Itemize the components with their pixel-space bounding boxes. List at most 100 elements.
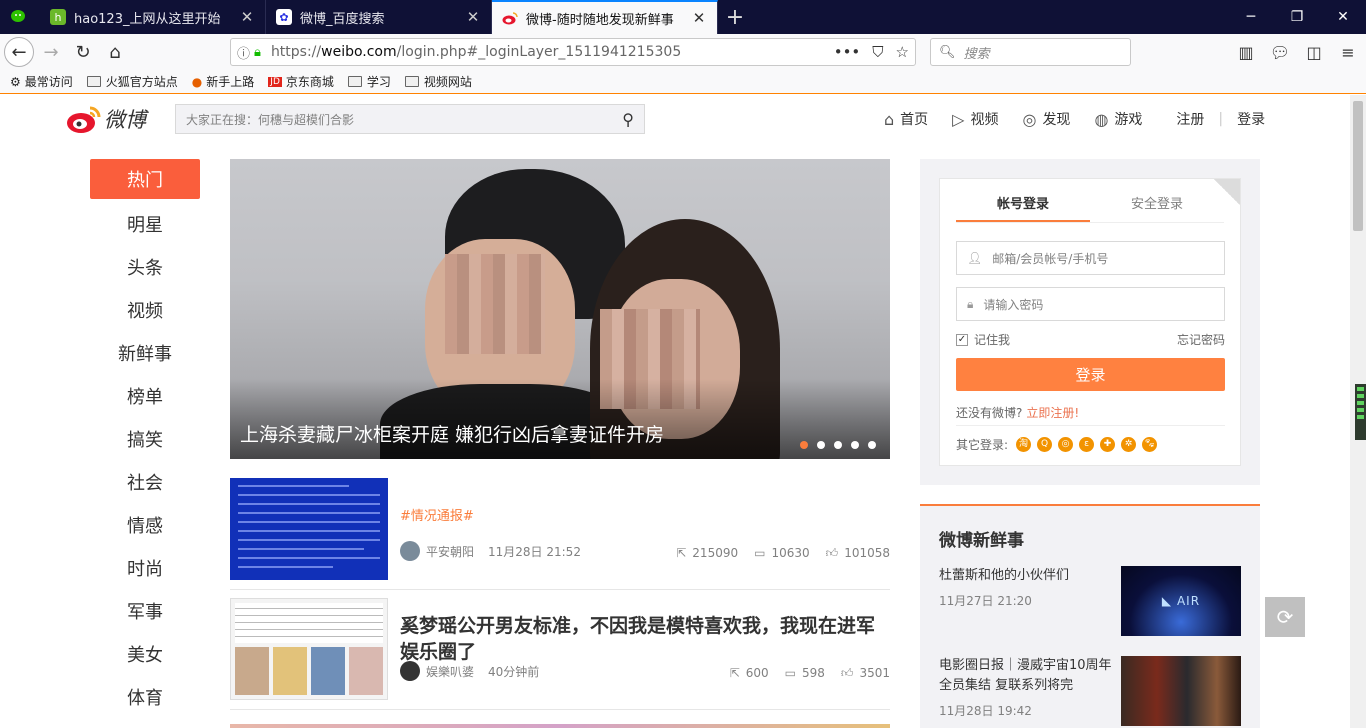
bookmark-jd[interactable]: JD 京东商城 xyxy=(268,73,334,90)
reload-button[interactable]: ↻ xyxy=(68,37,98,67)
browser-search-input[interactable]: 🔍︎ 搜索 xyxy=(930,38,1131,66)
fresh-item-title[interactable]: 电影圈日报｜漫威宇宙10周年全员集结 复联系列将完 xyxy=(939,656,1114,696)
feed-thumbnail[interactable] xyxy=(230,478,388,580)
fresh-news-item[interactable]: 电影圈日报｜漫威宇宙10周年全员集结 复联系列将完 11月28日 19:42 xyxy=(939,656,1241,726)
comment-count[interactable]: ▭ 598 xyxy=(785,666,825,681)
feed-item[interactable]: 奚梦瑶公开男友标准，不因我是模特喜欢我，我现在进军娱乐圈了 娱樂叭婆 40分钟前… xyxy=(230,598,890,710)
fresh-item-image[interactable]: ◣ AIR xyxy=(1121,566,1241,636)
category-fashion[interactable]: 时尚 xyxy=(90,546,200,589)
taobao-login-icon[interactable]: 淘 xyxy=(1016,437,1032,452)
tab-secure-login[interactable]: 安全登录 xyxy=(1090,191,1224,222)
close-tab-icon[interactable]: ✕ xyxy=(239,8,255,26)
nav-discover[interactable]: ◎ 发现 xyxy=(1022,109,1070,129)
search-icon[interactable]: ⚲ xyxy=(622,110,634,129)
lock-icon[interactable]: 🔒︎ xyxy=(254,45,261,60)
page-actions-icon[interactable]: ••• xyxy=(834,43,861,61)
login-submit-button[interactable]: 登录 xyxy=(956,358,1225,391)
tab-account-login[interactable]: 帐号登录 xyxy=(956,191,1090,222)
chat-icon[interactable]: 💬︎ xyxy=(1268,43,1292,62)
nav-home[interactable]: ⌂ 首页 xyxy=(884,109,928,129)
restore-icon[interactable]: ❐ xyxy=(1274,0,1320,34)
category-funny[interactable]: 搞笑 xyxy=(90,417,200,460)
topic-tag[interactable]: #情况通报# xyxy=(400,505,474,524)
username-input[interactable]: 👤︎ 邮箱/会员帐号/手机号 xyxy=(956,241,1225,275)
feed-author[interactable]: 平安朝阳 xyxy=(426,543,474,560)
password-input[interactable]: 🔒︎ 请输入密码 xyxy=(956,287,1225,321)
avatar[interactable] xyxy=(400,661,420,681)
category-sports[interactable]: 体育 xyxy=(90,675,200,718)
unicom-login-icon[interactable]: ✲ xyxy=(1121,437,1137,452)
feed-headline[interactable]: 奚梦瑶公开男友标准，不因我是模特喜欢我，我现在进军娱乐圈了 xyxy=(400,613,890,665)
category-fresh[interactable]: 新鲜事 xyxy=(90,331,200,374)
bookmark-most-visited[interactable]: ⚙ 最常访问 xyxy=(10,73,73,90)
library-icon[interactable]: ▥ xyxy=(1234,43,1258,62)
360-login-icon[interactable]: ◎ xyxy=(1058,437,1074,452)
category-emotion[interactable]: 情感 xyxy=(90,503,200,546)
remember-checkbox[interactable]: ✓ xyxy=(956,333,968,346)
forward-button[interactable]: → xyxy=(36,37,66,67)
fresh-item-title[interactable]: 杜蕾斯和他的小伙伴们 xyxy=(939,566,1114,586)
close-window-icon[interactable]: ✕ xyxy=(1320,0,1366,34)
tab-hao123[interactable]: h hao123_上网从这里开始 ✕ xyxy=(40,0,266,34)
sidebar-icon[interactable]: ◫ xyxy=(1302,43,1326,62)
site-search-input[interactable]: 大家正在搜：何穗与超模们合影 ⚲ xyxy=(175,104,645,134)
fresh-item-image[interactable] xyxy=(1121,656,1241,726)
tab-weibo[interactable]: 微博-随时随地发现新鲜事 ✕ xyxy=(492,0,718,34)
category-video[interactable]: 视频 xyxy=(90,288,200,331)
next-feed-thumbnail[interactable] xyxy=(230,724,890,728)
qq-login-icon[interactable]: Q xyxy=(1037,437,1053,452)
nav-video[interactable]: ▷ 视频 xyxy=(952,109,998,129)
tianyi-login-icon[interactable]: ε xyxy=(1079,437,1095,452)
feed-thumbnail[interactable] xyxy=(230,598,388,700)
info-icon[interactable]: ⓘ xyxy=(237,43,250,62)
weibo-logo[interactable]: 微博 xyxy=(66,104,146,134)
back-button[interactable]: ← xyxy=(4,37,34,67)
refresh-button[interactable]: ⟳ xyxy=(1265,597,1305,637)
register-now-link[interactable]: 立即注册! xyxy=(1026,406,1079,420)
bookmark-star-icon[interactable]: ☆ xyxy=(896,43,909,61)
category-society[interactable]: 社会 xyxy=(90,460,200,503)
hero-caption[interactable]: 上海杀妻藏尸冰柜案开庭 嫌犯行凶后拿妻证件开房 xyxy=(240,420,664,447)
repost-count[interactable]: ⇱ 215090 xyxy=(676,546,738,561)
category-hot[interactable]: 热门 xyxy=(90,159,200,199)
side-widget[interactable] xyxy=(1355,384,1366,440)
hero-carousel[interactable]: 上海杀妻藏尸冰柜案开庭 嫌犯行凶后拿妻证件开房 xyxy=(230,159,890,459)
feed-author[interactable]: 娱樂叭婆 xyxy=(426,663,474,680)
url-text[interactable]: https://weibo.com/login.php#_loginLayer_… xyxy=(271,44,834,60)
comment-count[interactable]: ▭ 10630 xyxy=(754,546,810,561)
wechat-icon[interactable] xyxy=(0,0,40,34)
carousel-dot[interactable] xyxy=(800,441,808,449)
category-headlines[interactable]: 头条 xyxy=(90,245,200,288)
like-count[interactable]: 👍︎ 101058 xyxy=(826,546,890,561)
bookmark-getting-started[interactable]: ● 新手上路 xyxy=(192,73,255,90)
nav-game[interactable]: ◍ 游戏 xyxy=(1094,109,1142,129)
category-rankings[interactable]: 榜单 xyxy=(90,374,200,417)
carousel-dot[interactable] xyxy=(851,441,859,449)
forgot-password-link[interactable]: 忘记密码 xyxy=(1177,331,1225,348)
login-link[interactable]: 登录 xyxy=(1237,109,1265,129)
close-tab-icon[interactable]: ✕ xyxy=(691,9,707,27)
avatar[interactable] xyxy=(400,541,420,561)
fresh-news-item[interactable]: 杜蕾斯和他的小伙伴们 11月27日 21:20 ◣ AIR xyxy=(939,566,1241,636)
category-beauty[interactable]: 美女 xyxy=(90,632,200,675)
category-stars[interactable]: 明星 xyxy=(90,202,200,245)
bookmark-study[interactable]: 学习 xyxy=(347,73,391,90)
carousel-dot[interactable] xyxy=(834,441,842,449)
new-tab-button[interactable]: + xyxy=(718,0,752,34)
carousel-dot[interactable] xyxy=(817,441,825,449)
url-bar[interactable]: ⓘ 🔒︎ https://weibo.com/login.php#_loginL… xyxy=(230,38,916,66)
scrollbar-thumb[interactable] xyxy=(1353,101,1363,231)
netease-login-icon[interactable]: ✚ xyxy=(1100,437,1116,452)
pocket-icon[interactable]: ⛉ xyxy=(872,43,883,61)
category-military[interactable]: 军事 xyxy=(90,589,200,632)
baidu-login-icon[interactable]: 🐾︎ xyxy=(1142,437,1158,452)
menu-icon[interactable]: ≡ xyxy=(1336,43,1360,62)
carousel-dot[interactable] xyxy=(868,441,876,449)
home-button[interactable]: ⌂ xyxy=(100,37,130,67)
minimize-icon[interactable]: ─ xyxy=(1228,0,1274,34)
feed-item[interactable]: #情况通报# 平安朝阳 11月28日 21:52 ⇱ 215090 ▭ 10630 … xyxy=(230,478,890,590)
bookmark-firefox-sites[interactable]: 火狐官方站点 xyxy=(86,73,178,90)
remember-label[interactable]: 记住我 xyxy=(974,331,1010,348)
register-link[interactable]: 注册 xyxy=(1176,109,1204,129)
repost-count[interactable]: ⇱ 600 xyxy=(730,666,769,681)
